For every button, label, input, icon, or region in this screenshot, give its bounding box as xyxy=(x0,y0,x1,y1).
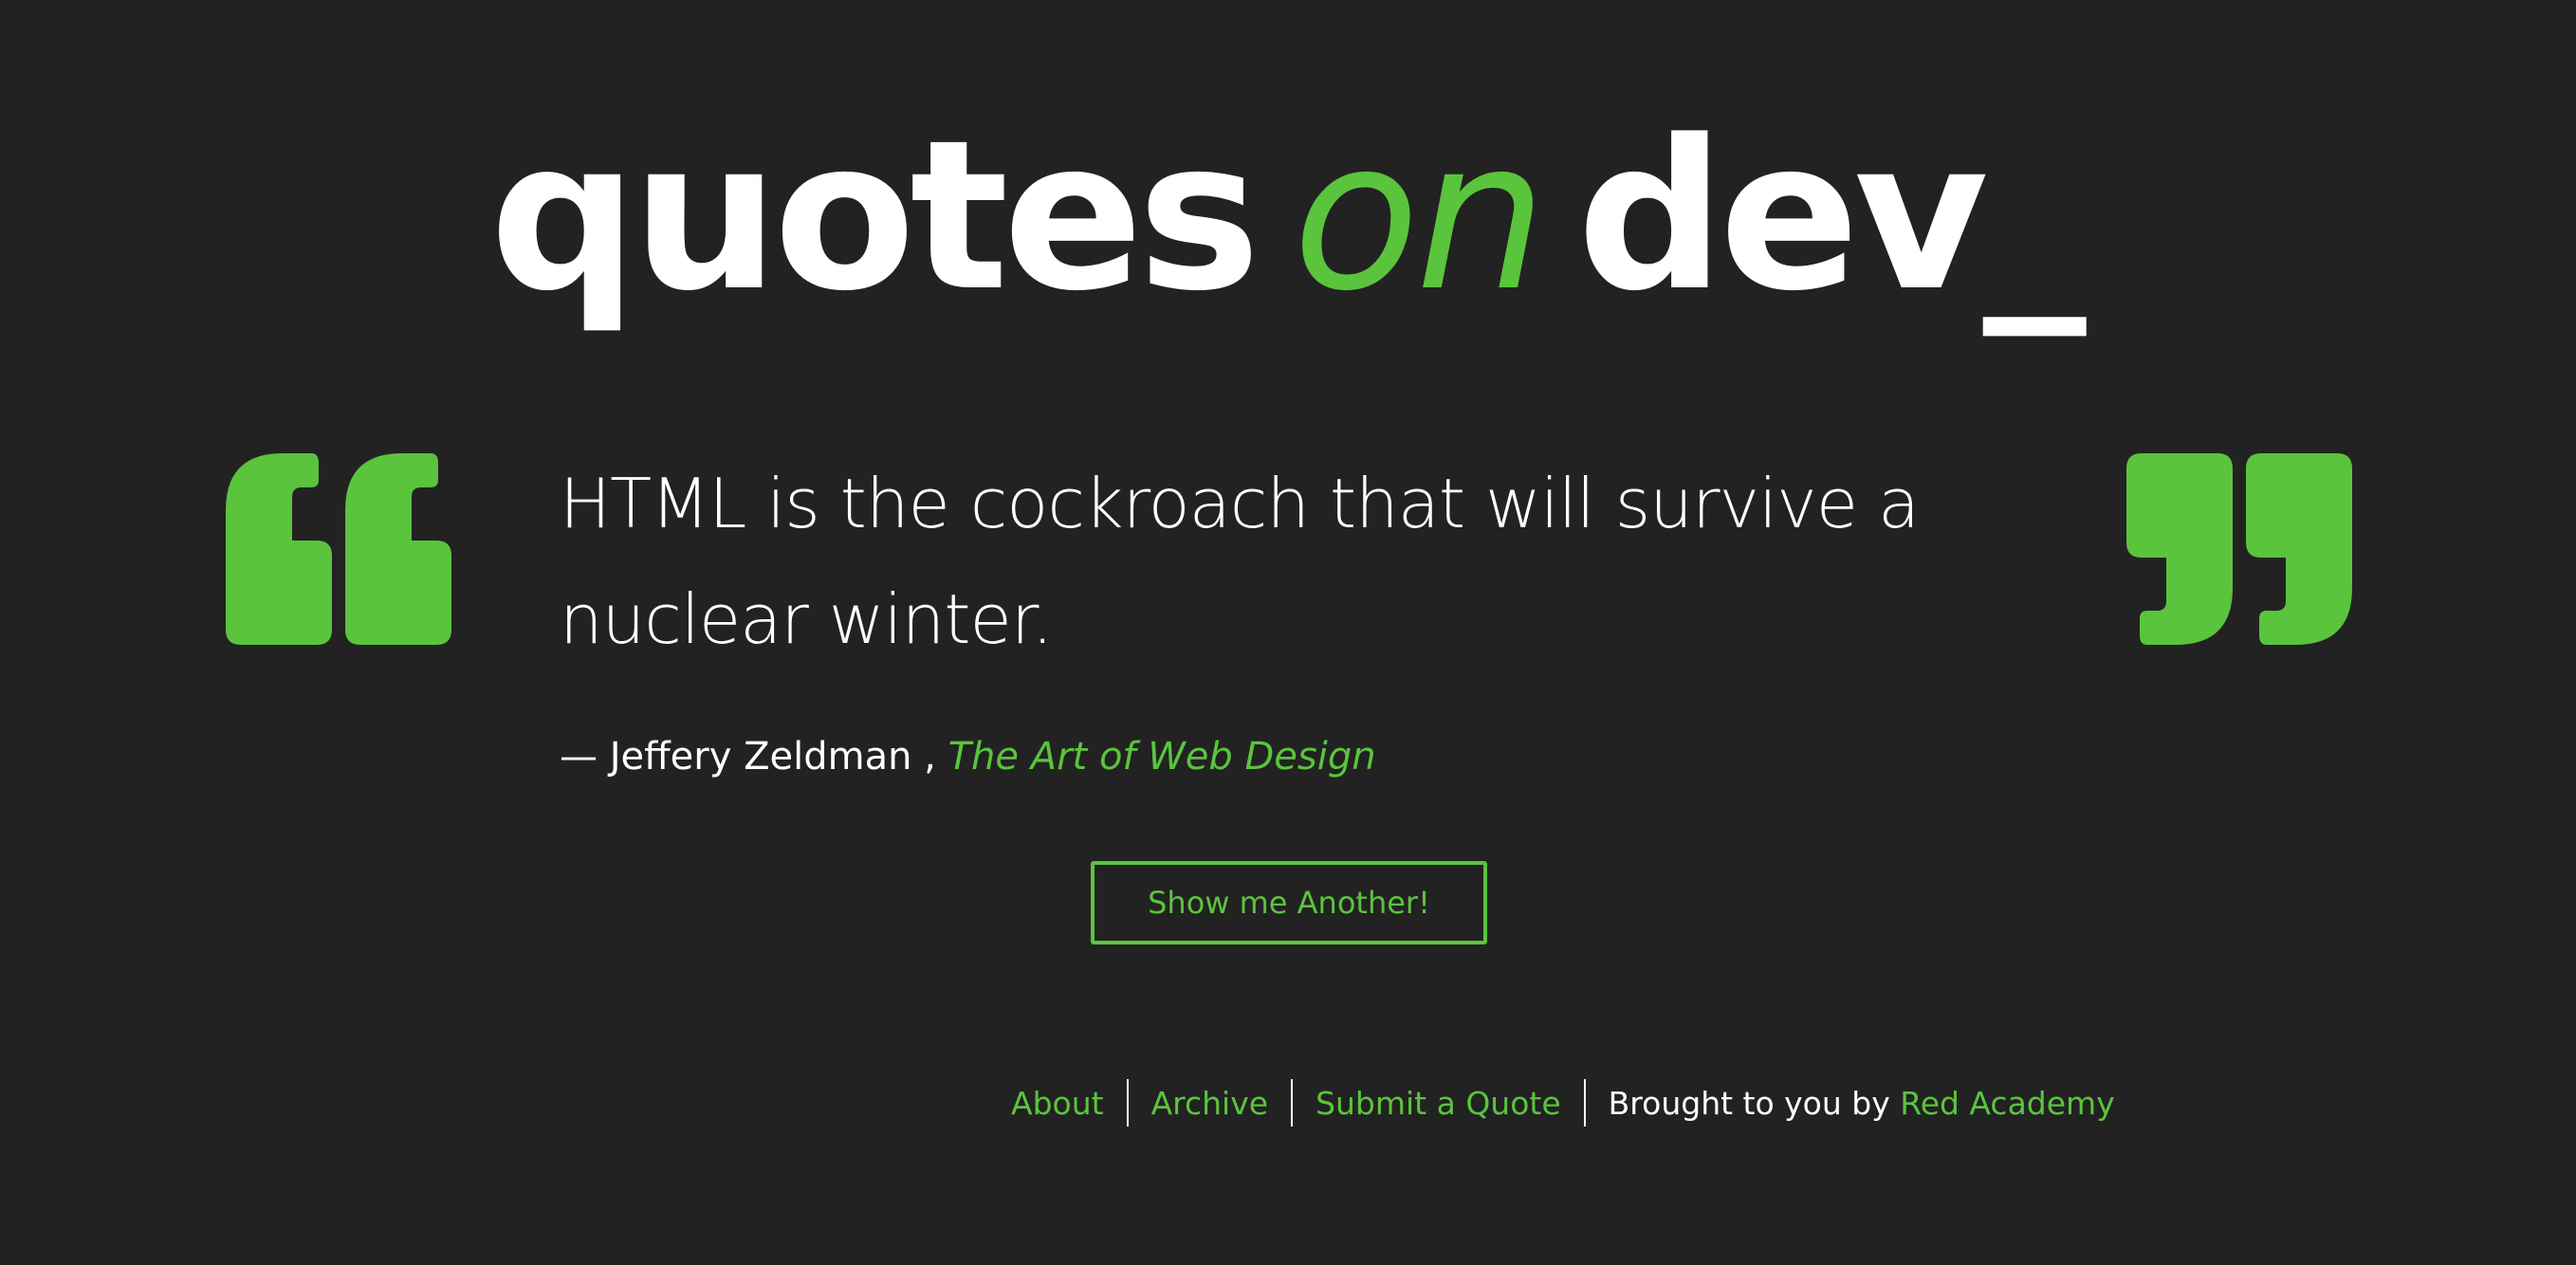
footer-divider xyxy=(1126,1079,1129,1127)
open-quote-icon xyxy=(226,453,451,645)
quote-text: HTML is the cockroach that will survive … xyxy=(560,464,1920,659)
footer-link-archive[interactable]: Archive xyxy=(1151,1085,1268,1122)
logo-word-quotes: quotes xyxy=(489,97,1260,337)
footer-link-about[interactable]: About xyxy=(1011,1085,1104,1122)
close-quote-icon xyxy=(2126,453,2352,645)
attribution-separator: , xyxy=(911,735,948,779)
attribution-dash: — xyxy=(560,735,610,779)
site-logo[interactable]: quotes on dev _ xyxy=(0,114,2576,360)
footer-credit-prefix: Brought to you by xyxy=(1608,1084,1901,1122)
logo-cursor: _ xyxy=(1982,97,2087,337)
logo-word-dev: dev xyxy=(1576,97,1989,337)
show-another-button[interactable]: Show me Another! xyxy=(1091,861,1487,944)
footer-credit: Brought to you by Red Academy xyxy=(1609,1085,2115,1122)
footer-nav: About Archive Submit a Quote Brought to … xyxy=(1011,1079,2115,1127)
footer-divider xyxy=(1291,1079,1294,1127)
quote-source-link[interactable]: The Art of Web Design xyxy=(948,735,1376,779)
quote-author: Jeffery Zeldman xyxy=(609,735,912,779)
footer-link-submit-quote[interactable]: Submit a Quote xyxy=(1316,1085,1561,1122)
quote-attribution: — Jeffery Zeldman , The Art of Web Desig… xyxy=(560,730,1376,783)
logo-word-on: on xyxy=(1293,97,1547,337)
footer-divider xyxy=(1583,1079,1586,1127)
footer-link-red-academy[interactable]: Red Academy xyxy=(1900,1085,2114,1122)
